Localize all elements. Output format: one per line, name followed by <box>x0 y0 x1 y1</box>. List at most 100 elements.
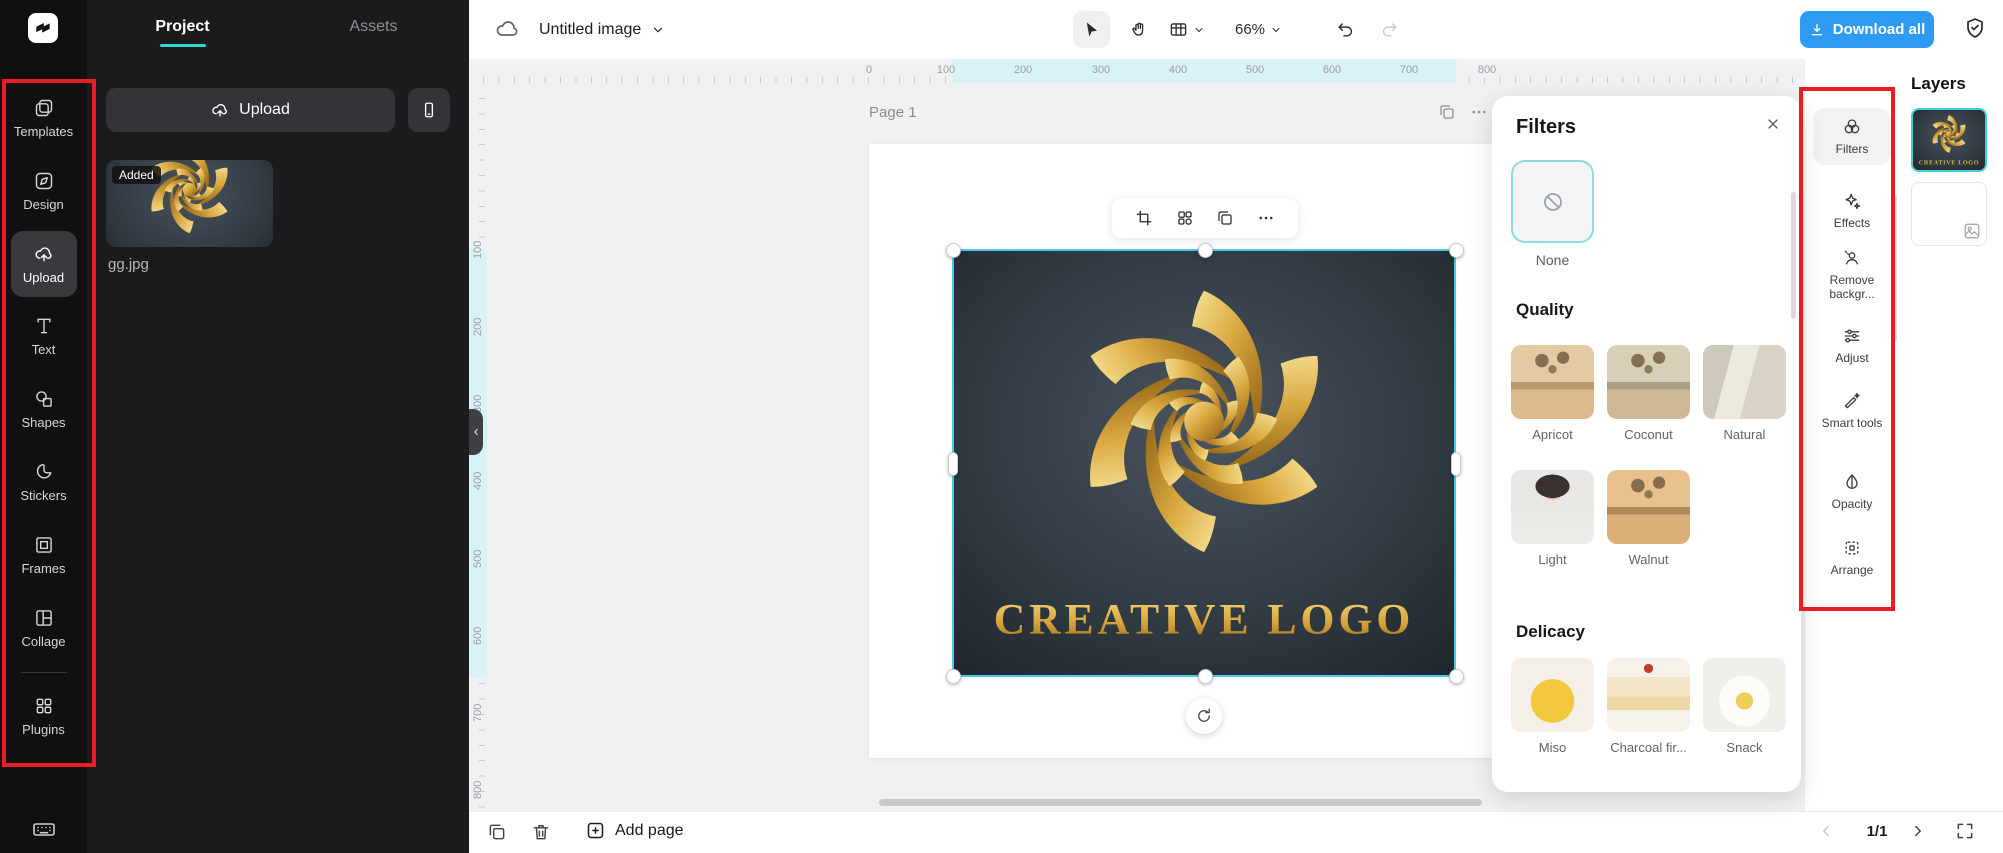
filter-item-natural[interactable]: Natural <box>1703 345 1786 442</box>
delete-page-button[interactable] <box>531 822 551 842</box>
add-page-button[interactable]: Add page <box>585 820 684 841</box>
filter-item-snack[interactable]: Snack <box>1703 658 1786 755</box>
horizontal-scrollbar[interactable] <box>879 799 1482 806</box>
panel-collapse-tab[interactable] <box>469 409 483 455</box>
resize-handle-sw[interactable] <box>946 669 961 684</box>
layers-panel-title: Layers <box>1911 74 1966 93</box>
filter-item-coconut[interactable]: Coconut <box>1607 345 1690 442</box>
tool-adjust[interactable]: Adjust <box>1813 317 1891 374</box>
asset-thumbnail-ggjpg[interactable]: Added <box>106 160 273 247</box>
smart-tools-icon <box>1844 392 1860 409</box>
logo-image-art <box>954 251 1454 675</box>
resize-handle-e[interactable] <box>1451 452 1461 476</box>
layer-thumbnail-image[interactable] <box>1911 108 1987 172</box>
hand-tool-button[interactable] <box>1121 11 1158 48</box>
chevron-down-icon <box>654 27 663 32</box>
capcut-logo-icon[interactable] <box>28 13 58 43</box>
resize-handle-n[interactable] <box>1198 243 1213 258</box>
page-more-icon[interactable] <box>1470 103 1488 121</box>
filter-thumb-apricot <box>1511 345 1594 419</box>
duplicate-page-icon[interactable] <box>1438 103 1456 121</box>
zoom-control[interactable]: 66% <box>1235 11 1282 48</box>
tool-opacity[interactable]: Opacity <box>1813 463 1891 520</box>
download-icon <box>1811 23 1823 35</box>
download-all-button[interactable]: Download all <box>1800 11 1934 48</box>
duplicate-icon[interactable] <box>1216 209 1234 227</box>
next-page-button[interactable] <box>1909 822 1927 840</box>
select-tool-button[interactable] <box>1073 11 1110 48</box>
filter-item-walnut[interactable]: Walnut <box>1607 470 1690 567</box>
tool-label: Adjust <box>1835 351 1869 365</box>
sidebar-item-templates[interactable]: Templates <box>9 82 79 155</box>
selected-image[interactable] <box>946 243 1464 684</box>
sidebar-item-label: Frames <box>21 561 66 576</box>
resize-handle-nw[interactable] <box>946 243 961 258</box>
redo-button[interactable] <box>1371 11 1408 48</box>
filter-none-label: None <box>1535 252 1570 268</box>
layout-grid-button[interactable] <box>1169 11 1205 48</box>
prev-page-button[interactable] <box>1817 822 1835 840</box>
sidebar-item-text[interactable]: Text <box>9 300 79 373</box>
sidebar-item-plugins[interactable]: Plugins <box>9 680 79 753</box>
crop-icon[interactable] <box>1135 209 1153 227</box>
topbar: Untitled image 66% Download all <box>469 0 2003 60</box>
keyboard-shortcuts-icon[interactable] <box>0 817 87 841</box>
document-title[interactable]: Untitled image <box>539 0 665 59</box>
filter-thumb-natural <box>1703 345 1786 419</box>
tool-arrange[interactable]: Arrange <box>1813 529 1891 586</box>
tool-filters[interactable]: Filters <box>1813 108 1891 166</box>
ruler-selection-highlight-v <box>469 249 487 677</box>
ruler-number: 800 <box>1477 64 1497 76</box>
redo-icon <box>1382 23 1397 37</box>
chevron-left-icon <box>1823 825 1829 837</box>
resize-handle-se[interactable] <box>1449 669 1464 684</box>
tool-smart-tools[interactable]: Smart tools <box>1813 382 1891 439</box>
filter-item-charcoal[interactable]: Charcoal fir... <box>1607 658 1690 755</box>
sidebar-item-design[interactable]: Design <box>9 155 79 228</box>
filter-item-apricot[interactable]: Apricot <box>1511 345 1594 442</box>
filter-thumb-light <box>1511 470 1594 544</box>
close-icon[interactable] <box>1765 116 1781 132</box>
document-title-label: Untitled image <box>539 20 642 38</box>
fullscreen-button[interactable] <box>1955 821 1975 841</box>
resize-handle-s[interactable] <box>1198 669 1213 684</box>
layer-thumbnail-page[interactable] <box>1911 182 1987 246</box>
sidebar-item-collage[interactable]: Collage <box>9 592 79 665</box>
filters-panel: Filters None Quality Apricot Coconut Nat… <box>1492 96 1801 792</box>
filter-item-light[interactable]: Light <box>1511 470 1594 567</box>
filters-scrollbar[interactable] <box>1791 192 1796 319</box>
rotate-handle[interactable] <box>1186 698 1222 734</box>
sidebar-item-shapes[interactable]: Shapes <box>9 373 79 446</box>
sidebar-item-upload[interactable]: Upload <box>10 231 77 297</box>
app-root: CREATIVE LOGO Templates Design Upload T <box>0 0 2003 853</box>
ruler-number: 700 <box>472 703 484 722</box>
more-icon[interactable] <box>1257 209 1275 227</box>
tab-project[interactable]: Project <box>87 0 278 54</box>
tool-remove-background[interactable]: Remove backgr... <box>1813 239 1891 311</box>
filter-label: Light <box>1538 552 1567 567</box>
sidebar-item-label: Templates <box>13 124 74 139</box>
right-sidebar: Filters Effects Remove backgr... Adjust … <box>1804 59 2003 811</box>
filter-none-swatch[interactable] <box>1511 160 1594 243</box>
cloud-sync-icon[interactable] <box>495 17 519 41</box>
sidebar-item-label: Stickers <box>20 488 67 503</box>
replace-icon[interactable] <box>1176 209 1194 227</box>
filters-icon <box>1844 119 1860 134</box>
layer-thumbnail-art <box>1913 110 1985 170</box>
tools-scrollbar[interactable] <box>1893 196 1897 341</box>
undo-button[interactable] <box>1327 11 1364 48</box>
upload-cloud-icon <box>212 104 227 117</box>
tool-effects[interactable]: Effects <box>1813 182 1891 239</box>
badge-shield-icon[interactable] <box>1963 16 1987 40</box>
duplicate-page-button[interactable] <box>487 822 507 842</box>
tab-assets[interactable]: Assets <box>278 0 469 54</box>
sidebar-item-frames[interactable]: Frames <box>9 519 79 592</box>
filter-item-miso[interactable]: Miso <box>1511 658 1594 755</box>
duplicate-icon <box>489 824 505 840</box>
sidebar-item-stickers[interactable]: Stickers <box>9 446 79 519</box>
resize-handle-w[interactable] <box>948 452 958 476</box>
upload-button[interactable]: Upload <box>106 88 395 132</box>
tool-label: Smart tools <box>1821 416 1883 430</box>
upload-from-phone-button[interactable] <box>408 88 450 132</box>
resize-handle-ne[interactable] <box>1449 243 1464 258</box>
